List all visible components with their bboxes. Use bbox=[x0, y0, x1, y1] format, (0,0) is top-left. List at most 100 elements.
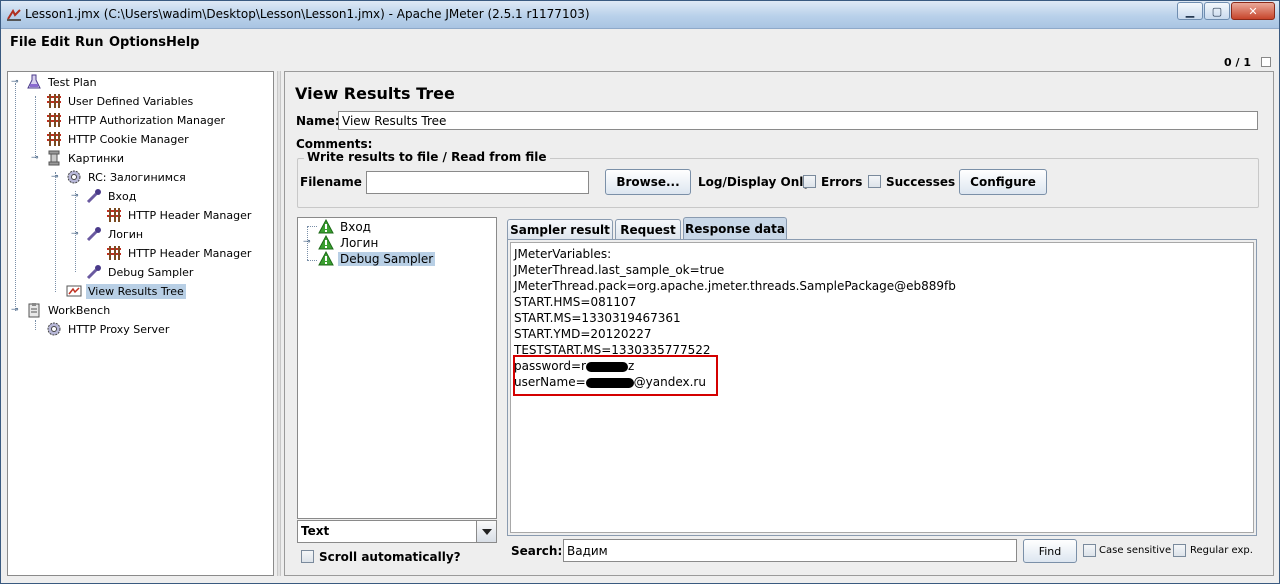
collapse-toggle-icon[interactable]: ⊸ bbox=[71, 230, 79, 239]
success-warning-icon bbox=[318, 251, 334, 266]
config-element-icon bbox=[107, 208, 121, 222]
jmeter-window: Lesson1.jmx (C:\Users\wadim\Desktop\Less… bbox=[0, 0, 1280, 584]
title-bar[interactable]: Lesson1.jmx (C:\Users\wadim\Desktop\Less… bbox=[1, 1, 1279, 29]
successes-label: Successes bbox=[886, 175, 956, 189]
result-item[interactable]: Логин bbox=[318, 235, 380, 251]
tree-connector bbox=[55, 172, 56, 292]
pane-splitter[interactable] bbox=[277, 71, 281, 576]
tab-sampler-result[interactable]: Sampler result bbox=[507, 219, 613, 239]
response-text-area[interactable]: JMeterVariables: JMeterThread.last_sampl… bbox=[510, 242, 1254, 533]
close-button[interactable]: ✕ bbox=[1231, 2, 1275, 20]
response-line: JMeterVariables: bbox=[514, 247, 612, 261]
response-line: START.HMS=081107 bbox=[514, 295, 637, 309]
result-item[interactable]: Debug Sampler bbox=[318, 251, 436, 267]
config-element-icon bbox=[47, 132, 61, 146]
controller-gear-icon bbox=[47, 322, 61, 336]
name-input[interactable] bbox=[338, 111, 1258, 130]
menu-file[interactable]: File bbox=[10, 35, 37, 50]
sampler-pipette-icon bbox=[86, 265, 101, 280]
tree-node-http-authorization-manager[interactable]: HTTP Authorization Manager bbox=[46, 111, 227, 129]
config-element-icon bbox=[47, 94, 61, 108]
tree-node-kartinki[interactable]: Картинки bbox=[46, 149, 126, 167]
tree-node-vhod[interactable]: Вход bbox=[86, 187, 138, 205]
config-element-icon bbox=[107, 246, 121, 260]
tree-node-view-results-tree[interactable]: View Results Tree bbox=[66, 282, 186, 300]
collapse-toggle-icon[interactable]: ⊸ bbox=[31, 154, 39, 163]
results-tree[interactable]: ⊸ Вход Логин Debug Sampler bbox=[297, 217, 497, 519]
log-display-label: Log/Display Only: bbox=[698, 175, 816, 189]
maximize-button[interactable]: ▢ bbox=[1204, 2, 1230, 20]
response-line: START.MS=1330319467361 bbox=[514, 311, 681, 325]
tab-request[interactable]: Request bbox=[615, 219, 681, 239]
configure-button[interactable]: Configure bbox=[959, 169, 1047, 195]
collapse-toggle-icon[interactable]: ⊸ bbox=[71, 192, 79, 201]
browse-button[interactable]: Browse... bbox=[605, 169, 691, 195]
success-warning-icon bbox=[318, 235, 334, 250]
collapse-toggle-icon[interactable]: ⊸ bbox=[11, 306, 19, 315]
menu-help[interactable]: Help bbox=[166, 35, 199, 50]
window-title: Lesson1.jmx (C:\Users\wadim\Desktop\Less… bbox=[25, 7, 590, 21]
panel-title: View Results Tree bbox=[295, 84, 455, 103]
case-sensitive-checkbox[interactable] bbox=[1083, 544, 1096, 557]
tree-connector bbox=[15, 83, 16, 311]
regular-exp-checkbox[interactable] bbox=[1173, 544, 1186, 557]
filename-input[interactable] bbox=[366, 171, 589, 194]
tree-node-http-proxy-server[interactable]: HTTP Proxy Server bbox=[46, 320, 171, 338]
menu-edit[interactable]: Edit bbox=[41, 35, 70, 50]
group-title: Write results to file / Read from file bbox=[304, 150, 550, 164]
expand-toggle-icon[interactable]: ⊸ bbox=[303, 238, 311, 247]
tree-node-workbench[interactable]: WorkBench bbox=[26, 301, 112, 319]
case-sensitive-label: Case sensitive bbox=[1099, 545, 1172, 556]
jmeter-app-icon bbox=[7, 9, 21, 21]
search-label: Search: bbox=[511, 544, 563, 558]
response-line: JMeterThread.pack=org.apache.jmeter.thre… bbox=[514, 279, 956, 293]
search-input[interactable] bbox=[563, 539, 1017, 562]
filename-label: Filename bbox=[300, 175, 362, 189]
menu-run[interactable]: Run bbox=[75, 35, 104, 50]
tree-node-debug-sampler[interactable]: Debug Sampler bbox=[86, 263, 195, 281]
workbench-clipboard-icon bbox=[28, 303, 40, 318]
result-item[interactable]: Вход bbox=[318, 219, 373, 235]
menu-bar: File Edit Run Options Help bbox=[1, 30, 1279, 54]
dropdown-arrow-icon[interactable] bbox=[476, 521, 496, 542]
renderer-select[interactable]: Text bbox=[297, 520, 497, 543]
sampler-pipette-icon bbox=[86, 189, 101, 204]
tree-node-http-cookie-manager[interactable]: HTTP Cookie Manager bbox=[46, 130, 191, 148]
response-line: START.YMD=20120227 bbox=[514, 327, 652, 341]
tree-node-login[interactable]: Логин bbox=[86, 225, 145, 243]
errors-checkbox[interactable] bbox=[803, 175, 816, 188]
tree-node-http-header-manager-2[interactable]: HTTP Header Manager bbox=[106, 244, 253, 262]
test-plan-tree[interactable]: ⊸ Test Plan User Defined Variables HTTP … bbox=[7, 71, 274, 576]
tree-connector bbox=[35, 96, 36, 158]
regular-exp-label: Regular exp. bbox=[1190, 545, 1253, 556]
response-line: JMeterThread.last_sample_ok=true bbox=[514, 263, 725, 277]
tree-node-test-plan[interactable]: Test Plan bbox=[26, 73, 99, 91]
response-data-tab-body: JMeterVariables: JMeterThread.last_sampl… bbox=[507, 239, 1257, 536]
tab-response-data[interactable]: Response data bbox=[683, 217, 787, 239]
scroll-automatically-label: Scroll automatically? bbox=[319, 550, 461, 564]
view-results-tree-panel: View Results Tree Name: Comments: Write … bbox=[284, 71, 1274, 576]
success-warning-icon bbox=[318, 219, 334, 234]
active-threads-counter: 0 / 1 bbox=[1224, 56, 1251, 69]
tree-node-user-defined-variables[interactable]: User Defined Variables bbox=[46, 92, 195, 110]
listener-graph-icon bbox=[66, 285, 82, 297]
successes-checkbox[interactable] bbox=[868, 175, 881, 188]
renderer-value: Text bbox=[301, 524, 330, 538]
scroll-automatically-checkbox[interactable] bbox=[301, 550, 314, 563]
tree-connector bbox=[35, 320, 36, 330]
sampler-pipette-icon bbox=[86, 227, 101, 242]
tree-node-rc-zaloginimsya[interactable]: RC: Залогинимся bbox=[66, 168, 188, 186]
minimize-button[interactable]: ▁ bbox=[1177, 2, 1203, 20]
thread-group-spool-icon bbox=[48, 150, 60, 166]
status-indicator-icon bbox=[1261, 57, 1271, 67]
find-button[interactable]: Find bbox=[1023, 539, 1077, 563]
collapse-toggle-icon[interactable]: ⊸ bbox=[51, 173, 59, 182]
collapse-toggle-icon[interactable]: ⊸ bbox=[11, 78, 19, 87]
tree-node-http-header-manager-1[interactable]: HTTP Header Manager bbox=[106, 206, 253, 224]
red-highlight-box bbox=[513, 355, 718, 396]
comments-label: Comments: bbox=[296, 137, 373, 151]
write-results-group: Write results to file / Read from file F… bbox=[297, 150, 1259, 208]
name-label: Name: bbox=[296, 114, 340, 128]
errors-label: Errors bbox=[821, 175, 863, 189]
menu-options[interactable]: Options bbox=[109, 35, 166, 50]
